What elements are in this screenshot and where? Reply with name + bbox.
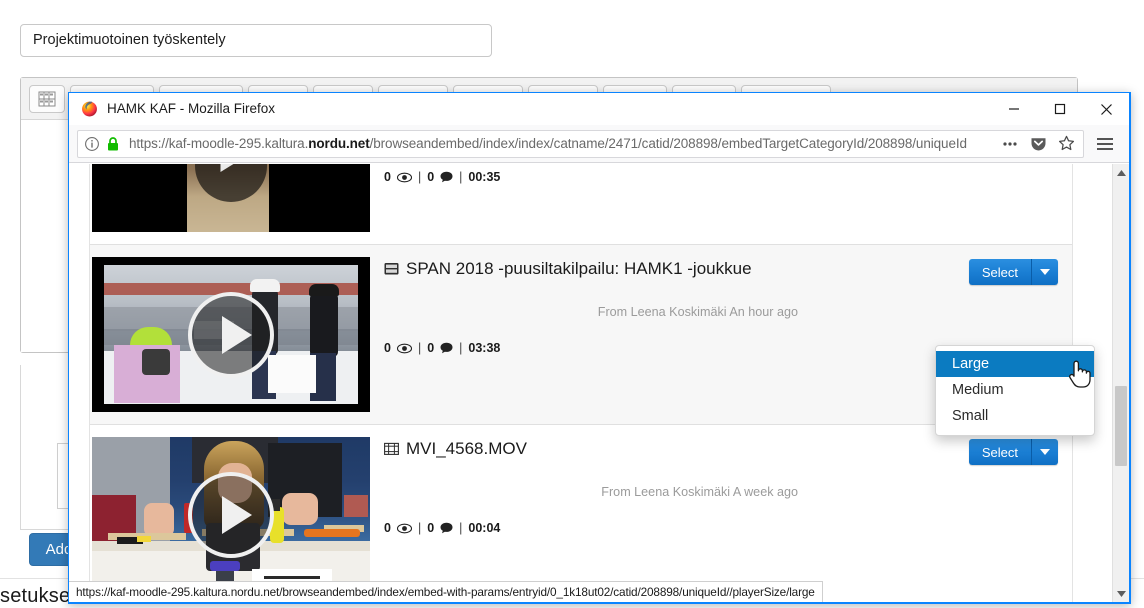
views-count: 0 bbox=[384, 521, 391, 535]
table-row[interactable]: MVI_4568.MOV From Leena Koskimäki A week… bbox=[90, 425, 1072, 602]
thumbnail-cell[interactable] bbox=[92, 437, 370, 592]
film-strip-icon bbox=[384, 442, 399, 456]
comments-count: 0 bbox=[427, 341, 434, 355]
stat-separator: | bbox=[459, 170, 462, 184]
media-info-cell: MVI_4568.MOV From Leena Koskimäki A week… bbox=[370, 437, 1058, 592]
table-grid-icon[interactable] bbox=[36, 89, 58, 109]
media-owner-info: From Leena Koskimäki An hour ago bbox=[598, 305, 798, 319]
stat-separator: | bbox=[459, 341, 462, 355]
pocket-icon[interactable] bbox=[1025, 132, 1051, 156]
stat-separator: | bbox=[418, 521, 421, 535]
select-button[interactable]: Select bbox=[969, 439, 1032, 465]
minimize-icon[interactable] bbox=[991, 93, 1037, 125]
media-title[interactable]: MVI_4568.MOV bbox=[384, 439, 1058, 459]
stat-separator: | bbox=[418, 170, 421, 184]
thumbnail-cell[interactable] bbox=[92, 164, 370, 232]
window-titlebar[interactable]: HAMK KAF - Mozilla Firefox bbox=[69, 93, 1129, 125]
views-count: 0 bbox=[384, 170, 391, 184]
window-controls bbox=[991, 93, 1129, 125]
video-thumbnail[interactable] bbox=[92, 437, 370, 592]
toolbar-group-table[interactable] bbox=[29, 85, 65, 113]
play-button-overlay[interactable] bbox=[188, 472, 274, 558]
comment-bubble-icon bbox=[440, 342, 453, 354]
activity-name-input[interactable]: Projektimuotoinen työskentely bbox=[20, 24, 492, 57]
browser-navigation-bar[interactable]: https://kaf-moodle-295.kaltura.nordu.net… bbox=[69, 125, 1129, 163]
media-stats: 0 | 0 | 00:35 bbox=[384, 170, 500, 184]
dropdown-option-medium[interactable]: Medium bbox=[936, 377, 1094, 403]
duration: 00:04 bbox=[468, 521, 500, 535]
comments-count: 0 bbox=[427, 170, 434, 184]
comment-bubble-icon bbox=[440, 171, 453, 183]
page-scrollbar[interactable] bbox=[1112, 164, 1129, 602]
url-suffix: /browseandembed/index/index/catname/2471… bbox=[370, 136, 967, 151]
scroll-down-arrow-icon[interactable] bbox=[1113, 585, 1129, 602]
bookmark-star-icon[interactable] bbox=[1053, 132, 1079, 156]
duration: 03:38 bbox=[468, 341, 500, 355]
info-circle-icon[interactable] bbox=[84, 136, 100, 152]
page-viewport: 0 | 0 | 00:35 bbox=[69, 164, 1129, 602]
url-text[interactable]: https://kaf-moodle-295.kaltura.nordu.net… bbox=[129, 136, 997, 151]
select-split-button[interactable]: Select bbox=[969, 439, 1058, 465]
media-owner-info: From Leena Koskimäki A week ago bbox=[601, 485, 798, 499]
media-stats: 0 | 0 | 00:04 bbox=[384, 521, 500, 535]
dropdown-option-small[interactable]: Small bbox=[936, 403, 1094, 429]
youtube-icon bbox=[384, 262, 399, 276]
hamburger-menu-icon[interactable] bbox=[1089, 130, 1121, 158]
table-row[interactable]: SPAN 2018 -puusiltakilpailu: HAMK1 -jouk… bbox=[90, 245, 1072, 425]
comments-count: 0 bbox=[427, 521, 434, 535]
chevron-down-icon[interactable] bbox=[1032, 259, 1058, 285]
play-button-overlay[interactable] bbox=[188, 292, 274, 378]
media-title-text: MVI_4568.MOV bbox=[406, 439, 527, 459]
table-row[interactable]: 0 | 0 | 00:35 bbox=[90, 164, 1072, 245]
media-title[interactable]: SPAN 2018 -puusiltakilpailu: HAMK1 -jouk… bbox=[384, 259, 1058, 279]
thumbnail-cell[interactable] bbox=[92, 257, 370, 412]
media-stats: 0 | 0 | 03:38 bbox=[384, 341, 500, 355]
bottom-section-label: setukset bbox=[0, 585, 76, 608]
padlock-icon[interactable] bbox=[106, 136, 120, 152]
media-gallery-list: 0 | 0 | 00:35 bbox=[89, 164, 1073, 602]
eye-icon bbox=[397, 172, 412, 183]
eye-icon bbox=[397, 343, 412, 354]
window-title: HAMK KAF - Mozilla Firefox bbox=[107, 101, 275, 116]
url-bar[interactable]: https://kaf-moodle-295.kaltura.nordu.net… bbox=[77, 130, 1084, 158]
select-split-button[interactable]: Select bbox=[969, 259, 1058, 285]
player-size-dropdown-menu[interactable]: Large Medium Small bbox=[935, 345, 1095, 436]
status-bar-link-preview: https://kaf-moodle-295.kaltura.nordu.net… bbox=[69, 581, 823, 602]
close-icon[interactable] bbox=[1083, 93, 1129, 125]
firefox-logo bbox=[81, 100, 98, 117]
site-identity-block[interactable] bbox=[84, 136, 120, 152]
video-thumbnail[interactable] bbox=[92, 257, 370, 412]
duration: 00:35 bbox=[468, 170, 500, 184]
comment-bubble-icon bbox=[440, 522, 453, 534]
chevron-down-icon[interactable] bbox=[1032, 439, 1058, 465]
stat-separator: | bbox=[459, 521, 462, 535]
eye-icon bbox=[397, 523, 412, 534]
firefox-browser-window[interactable]: HAMK KAF - Mozilla Firefox bbox=[68, 92, 1131, 604]
url-prefix: https://kaf-moodle-295.kaltura. bbox=[129, 136, 308, 151]
urlbar-action-icons bbox=[997, 132, 1079, 156]
page-actions-ellipsis-icon[interactable] bbox=[997, 132, 1023, 156]
media-title-text: SPAN 2018 -puusiltakilpailu: HAMK1 -jouk… bbox=[406, 259, 752, 279]
video-thumbnail[interactable] bbox=[92, 164, 370, 232]
select-button[interactable]: Select bbox=[969, 259, 1032, 285]
media-info-cell: 0 | 0 | 00:35 bbox=[370, 164, 1058, 232]
dropdown-option-large[interactable]: Large bbox=[936, 351, 1094, 377]
maximize-icon[interactable] bbox=[1037, 93, 1083, 125]
url-domain: nordu.net bbox=[308, 136, 369, 151]
scrollbar-thumb[interactable] bbox=[1115, 386, 1127, 466]
views-count: 0 bbox=[384, 341, 391, 355]
stat-separator: | bbox=[418, 341, 421, 355]
scroll-up-arrow-icon[interactable] bbox=[1113, 164, 1129, 181]
